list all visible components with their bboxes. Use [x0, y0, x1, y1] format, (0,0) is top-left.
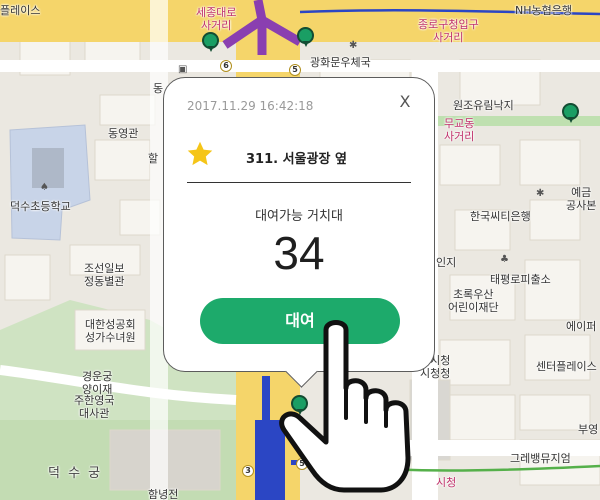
map-label-sicheong: 시청: [436, 476, 457, 489]
subway-exit-number: 3: [242, 465, 254, 477]
map-label-wonjo: 원조유림낙지: [453, 99, 514, 112]
map-label-embassy: 주한영국 대사관: [74, 394, 115, 420]
map-label-citibank: 한국씨티은행: [470, 210, 531, 223]
close-button[interactable]: X: [396, 93, 414, 111]
map-label-yegeum: 예금 공사본: [566, 186, 597, 212]
map-label-chosun: 조선일보 정동별관: [84, 262, 125, 288]
pointing-hand-icon: [279, 320, 411, 493]
station-name: 311. 서울광장 옆: [246, 152, 347, 167]
available-racks-label: 대여가능 거치대: [255, 209, 343, 224]
map-label-hal: 할: [148, 152, 159, 165]
map-label-anglican: 대한성공회 성가수녀원: [85, 318, 136, 344]
bike-station-marker[interactable]: [202, 32, 219, 52]
map-label-taepyeong: 태평로피출소: [490, 273, 551, 286]
bank-icon: ✱: [536, 188, 545, 199]
poi-icon: ✱: [349, 40, 358, 51]
map-label-inji: 인지: [436, 256, 457, 269]
map-label-place: 플레이스: [0, 4, 41, 17]
subway-exit-number: 6: [220, 60, 232, 72]
poi-icon: ▣: [178, 64, 188, 75]
bike-station-marker[interactable]: [562, 103, 579, 123]
map-label-post-office: 광화문우체국: [310, 56, 371, 69]
map-label-dong: 동: [153, 82, 164, 95]
map-label-grevin: 그레뱅뮤지엄: [510, 452, 571, 465]
favorite-star-icon[interactable]: [185, 140, 215, 168]
popup-timestamp: 2017.11.29 16:42:18: [187, 99, 314, 113]
map-label-epi: 에이퍼: [566, 320, 597, 333]
map-label-jongno: 종로구청입구 사거리: [418, 18, 479, 44]
map-label-donggyeongwon: 동영관: [108, 127, 139, 140]
school-icon: ♠: [40, 182, 49, 193]
map-label-gyeongun: 경운궁 양이재: [82, 370, 113, 396]
map-label-buyeong: 부영: [578, 423, 599, 436]
map-label-center-place: 센터플레이스: [536, 360, 597, 373]
map-label-nh-bank: NH농협은행: [515, 4, 572, 17]
divider: [187, 182, 411, 183]
map-label-mugyo: 무교동 사거리: [444, 117, 475, 143]
map-label-deoksu-school: 덕수초등학교: [10, 200, 71, 213]
police-icon: ♣: [500, 254, 509, 265]
map-label-sejongno: 세종대로 사거리: [196, 6, 237, 32]
available-racks-count: 34: [273, 227, 325, 279]
map-label-hamnyeong: 함녕전: [148, 488, 179, 500]
map-label-deoksugung: 덕 수 궁: [48, 466, 103, 481]
subway-exit-number: 5: [289, 64, 301, 76]
bike-station-marker[interactable]: [297, 27, 314, 47]
map-label-chorok: 초록우산 어린이재단: [448, 288, 499, 314]
